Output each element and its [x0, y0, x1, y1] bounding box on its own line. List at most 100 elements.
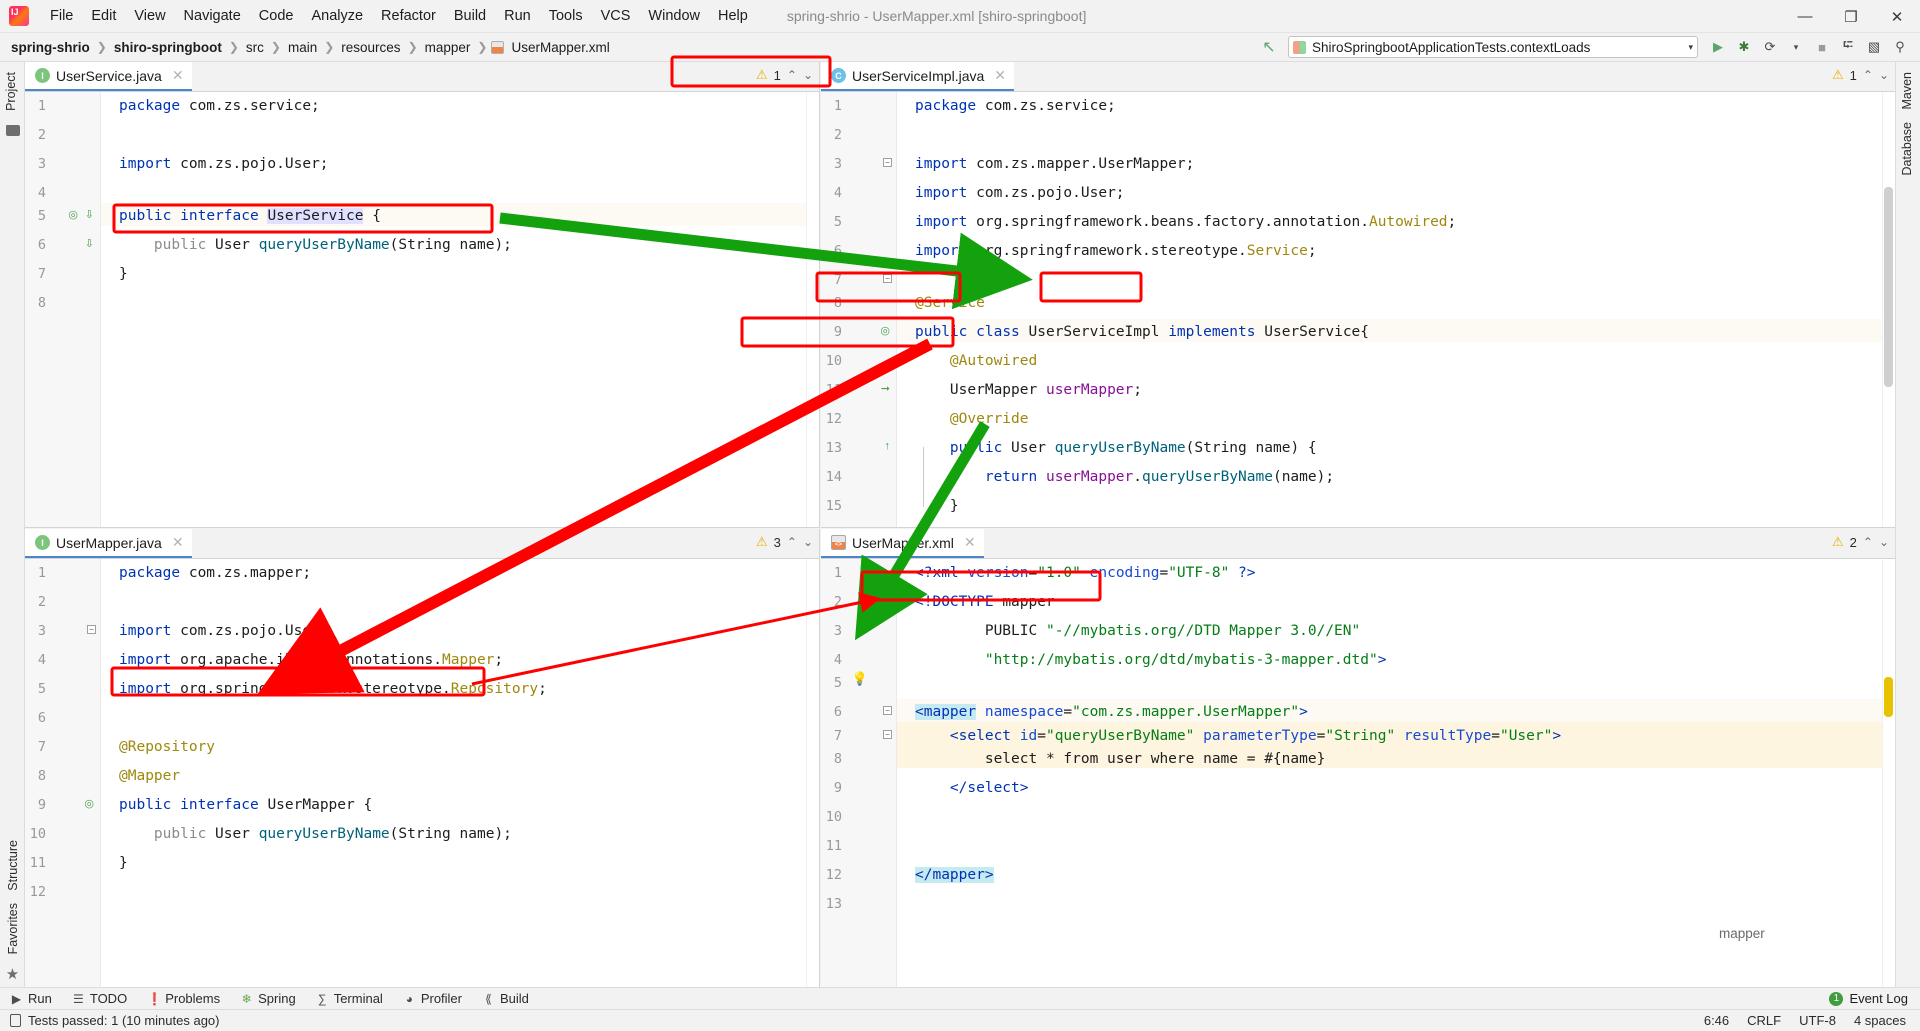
implementing-class-marker-icon[interactable]: ◎	[880, 324, 890, 337]
close-icon[interactable]: ✕	[172, 67, 184, 84]
vertical-scrollbar-tr[interactable]	[1882, 92, 1895, 527]
sidebar-item-favorites[interactable]: Favorites	[2, 897, 24, 960]
menu-code[interactable]: Code	[250, 4, 303, 28]
implemented-marker-icon[interactable]: ◎	[84, 797, 94, 810]
fold-collapse-imports-icon[interactable]: −	[883, 158, 892, 167]
indent-setting[interactable]: 4 spaces	[1854, 1013, 1906, 1028]
sidebar-item-project[interactable]: Project	[0, 66, 22, 117]
fold-collapse-icon[interactable]: −	[883, 274, 892, 283]
scrollbar-thumb[interactable]	[1884, 187, 1893, 387]
scrollbar-thumb[interactable]	[1884, 677, 1893, 717]
editor-body-usermapper-xml[interactable]: 1 2 3 4 5 6 7 8 9 10 11 12 13 💡 − − <?xm…	[821, 559, 1895, 987]
inspection-widget-br[interactable]: ⚠ 2 ⌃ ⌄	[1832, 534, 1889, 550]
layout-toggle-button[interactable]: ▧	[1862, 35, 1886, 59]
code-area-usermapper-java[interactable]: package com.zs.mapper; import com.zs.poj…	[101, 559, 819, 987]
close-button[interactable]: ✕	[1874, 0, 1920, 33]
overriding-method-marker-icon[interactable]: ↑	[885, 440, 891, 452]
breadcrumb-mapper[interactable]: mapper	[422, 39, 474, 56]
menu-view[interactable]: View	[125, 4, 174, 28]
tool-window-profiler[interactable]: ◕ Profiler	[393, 991, 472, 1006]
code-area-userservice[interactable]: package com.zs.service; import com.zs.po…	[101, 92, 819, 527]
tab-userservice-java[interactable]: I UserService.java ✕	[25, 62, 192, 91]
line-separator[interactable]: CRLF	[1747, 1013, 1781, 1028]
gutter-usermapper-java[interactable]: 1 2 3 4 5 6 7 8 9 10 11 12 ◎ −	[25, 559, 101, 987]
bean-autowired-marker-icon[interactable]: ➞	[881, 382, 890, 395]
next-problem-icon[interactable]: ⌄	[803, 535, 813, 549]
xml-breadcrumb-mapper[interactable]: mapper	[1719, 926, 1765, 941]
maximize-button[interactable]: ❐	[1828, 0, 1874, 33]
caret-position[interactable]: 6:46	[1704, 1013, 1729, 1028]
fold-collapse-select-icon[interactable]: −	[883, 730, 892, 739]
tab-userserviceimpl-java[interactable]: C UserServiceImpl.java ✕	[821, 62, 1014, 91]
inspection-widget-bl[interactable]: ⚠ 3 ⌃ ⌄	[756, 534, 813, 550]
tool-window-terminal[interactable]: ∑ Terminal	[306, 991, 393, 1006]
editor-body-usermapper-java[interactable]: 1 2 3 4 5 6 7 8 9 10 11 12 ◎ − package c…	[25, 559, 819, 987]
fold-collapse-mapper-icon[interactable]: −	[883, 706, 892, 715]
editor-body-userservice[interactable]: 1 2 3 4 5 6 7 8 ◎ ⇩ ⇩ package com.zs.ser…	[25, 92, 819, 527]
vertical-scrollbar-bl[interactable]	[806, 559, 819, 987]
menu-run[interactable]: Run	[495, 4, 540, 28]
update-application-button[interactable]: ⮓	[1836, 35, 1860, 59]
folder-icon[interactable]	[5, 124, 20, 136]
close-icon[interactable]: ✕	[172, 534, 184, 551]
fold-collapse-imports-icon[interactable]: −	[87, 625, 96, 634]
close-icon[interactable]: ✕	[994, 67, 1006, 84]
gutter-userserviceimpl[interactable]: 1 2 3 4 5 6 7 8 9 10 11 12 13 14 15 ◎ ➞	[821, 92, 897, 527]
menu-edit[interactable]: Edit	[82, 4, 125, 28]
tool-window-build[interactable]: ⟪ Build	[472, 991, 539, 1006]
run-configuration-selector[interactable]: ShiroSpringbootApplicationTests.contextL…	[1288, 36, 1698, 58]
tool-window-spring[interactable]: ❄ Spring	[230, 991, 306, 1006]
sidebar-item-structure[interactable]: Structure	[2, 834, 24, 897]
prev-problem-icon[interactable]: ⌃	[787, 68, 797, 82]
run-with-coverage-button[interactable]: ⟳	[1758, 35, 1782, 59]
menu-window[interactable]: Window	[639, 4, 709, 28]
chevron-down-icon[interactable]: ▾	[1688, 42, 1693, 53]
debug-button[interactable]: ✱	[1732, 35, 1756, 59]
editor-body-userserviceimpl[interactable]: 1 2 3 4 5 6 7 8 9 10 11 12 13 14 15 ◎ ➞	[821, 92, 1895, 527]
menu-build[interactable]: Build	[445, 4, 495, 28]
next-problem-icon[interactable]: ⌄	[1879, 68, 1889, 82]
run-test-marker-icon[interactable]: ⇩	[85, 208, 94, 221]
gutter-userservice[interactable]: 1 2 3 4 5 6 7 8 ◎ ⇩ ⇩	[25, 92, 101, 527]
inspection-widget-tr[interactable]: ⚠ 1 ⌃ ⌄	[1832, 67, 1889, 83]
breadcrumb-usermapper-xml[interactable]: UserMapper.xml	[508, 39, 612, 56]
implemented-marker-icon[interactable]: ◎	[68, 208, 78, 221]
intention-bulb-icon[interactable]: 💡	[852, 671, 868, 687]
menu-vcs[interactable]: VCS	[592, 4, 640, 28]
build-hammer-icon[interactable]: ↖	[1258, 36, 1280, 58]
tool-window-run[interactable]: ▶ Run	[0, 991, 62, 1006]
code-area-usermapper-xml[interactable]: <?xml version="1.0" encoding="UTF-8" ?> …	[897, 559, 1895, 987]
breadcrumb-spring-shrio[interactable]: spring-shrio	[8, 39, 93, 56]
menu-analyze[interactable]: Analyze	[302, 4, 372, 28]
tab-usermapper-java[interactable]: I UserMapper.java ✕	[25, 529, 192, 558]
stop-button[interactable]: ■	[1810, 35, 1834, 59]
breadcrumb-src[interactable]: src	[243, 39, 267, 56]
breadcrumb-main[interactable]: main	[285, 39, 320, 56]
tool-window-problems[interactable]: ❗ Problems	[137, 991, 230, 1006]
star-icon[interactable]: ★	[6, 965, 19, 983]
status-message[interactable]: Tests passed: 1 (10 minutes ago)	[28, 1013, 220, 1028]
vertical-scrollbar-br[interactable]	[1882, 559, 1895, 987]
sidebar-item-database[interactable]: Database	[1896, 116, 1918, 182]
prev-problem-icon[interactable]: ⌃	[1863, 535, 1873, 549]
breadcrumb-shiro-springboot[interactable]: shiro-springboot	[111, 39, 225, 56]
close-icon[interactable]: ✕	[964, 534, 976, 551]
profile-dropdown-icon[interactable]: ▾	[1784, 35, 1808, 59]
prev-problem-icon[interactable]: ⌃	[1863, 68, 1873, 82]
code-area-userserviceimpl[interactable]: package com.zs.service; import com.zs.ma…	[897, 92, 1895, 527]
menu-navigate[interactable]: Navigate	[175, 4, 250, 28]
next-problem-icon[interactable]: ⌄	[1879, 535, 1889, 549]
menu-refactor[interactable]: Refactor	[372, 4, 445, 28]
prev-problem-icon[interactable]: ⌃	[787, 535, 797, 549]
breadcrumb-resources[interactable]: resources	[338, 39, 403, 56]
vertical-scrollbar-tl[interactable]	[806, 92, 819, 527]
search-icon[interactable]: ⚲	[1888, 35, 1912, 59]
file-encoding[interactable]: UTF-8	[1799, 1013, 1836, 1028]
menu-file[interactable]: File	[41, 4, 82, 28]
menu-tools[interactable]: Tools	[540, 4, 592, 28]
inspection-widget-tl[interactable]: ⚠ 1 ⌃ ⌄	[756, 67, 813, 83]
sidebar-item-maven[interactable]: Maven	[1896, 66, 1918, 116]
event-log-button[interactable]: 1 Event Log	[1829, 991, 1920, 1006]
gutter-usermapper-xml[interactable]: 1 2 3 4 5 6 7 8 9 10 11 12 13 💡 − −	[821, 559, 897, 987]
tab-usermapper-xml[interactable]: UserMapper.xml ✕	[821, 529, 984, 558]
